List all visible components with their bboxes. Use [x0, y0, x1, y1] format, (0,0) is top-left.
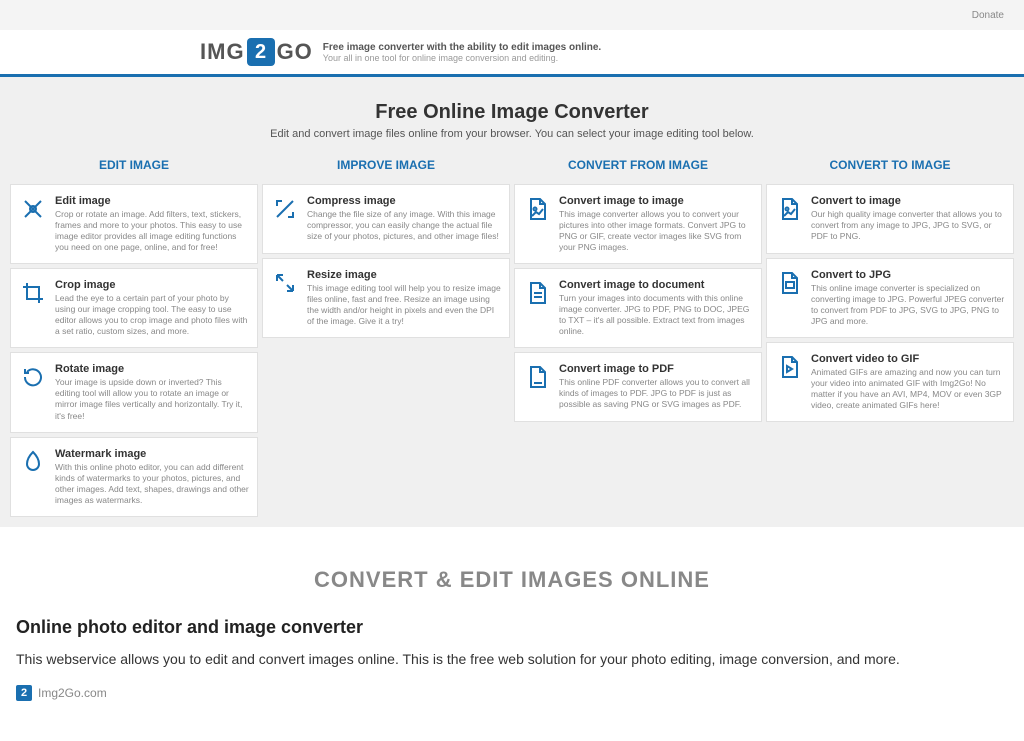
card-title: Convert to JPG — [811, 269, 1005, 281]
card-rotate-image[interactable]: Rotate image Your image is upside down or… — [10, 352, 258, 432]
bottom-paragraph: This webservice allows you to edit and c… — [16, 650, 1008, 670]
card-desc: Change the file size of any image. With … — [307, 209, 501, 242]
file-doc-icon — [523, 279, 551, 307]
card-desc: This online image converter is specializ… — [811, 283, 1005, 327]
card-desc: Turn your images into documents with thi… — [559, 293, 753, 337]
card-title: Compress image — [307, 195, 501, 207]
card-desc: With this online photo editor, you can a… — [55, 462, 249, 506]
logo-badge: 2 — [247, 38, 275, 66]
card-desc: Lead the eye to a certain part of your p… — [55, 293, 249, 337]
file-video-icon — [775, 353, 803, 381]
file-image-icon — [775, 195, 803, 223]
resize-icon — [271, 269, 299, 297]
col-improve: IMPROVE IMAGE Compress image Change the f… — [262, 150, 510, 517]
watermark-icon — [19, 448, 47, 476]
columns: EDIT IMAGE Edit image Crop or rotate an i… — [10, 150, 1014, 517]
card-title: Convert image to image — [559, 195, 753, 207]
file-image-icon — [523, 195, 551, 223]
card-title: Convert video to GIF — [811, 353, 1005, 365]
col-to: CONVERT TO IMAGE Convert to image Our hig… — [766, 150, 1014, 517]
logo-tagline: Free image converter with the ability to… — [323, 42, 601, 63]
bottom-banner: CONVERT & EDIT IMAGES ONLINE — [16, 567, 1008, 593]
card-watermark-image[interactable]: Watermark image With this online photo ed… — [10, 437, 258, 517]
compress-icon — [271, 195, 299, 223]
col-from-header: CONVERT FROM IMAGE — [514, 150, 762, 180]
card-title: Crop image — [55, 279, 249, 291]
card-title: Watermark image — [55, 448, 249, 460]
hero-title: Free Online Image Converter — [10, 101, 1014, 124]
tagline-1: Free image converter with the ability to… — [323, 42, 601, 53]
card-title: Rotate image — [55, 363, 249, 375]
col-improve-header: IMPROVE IMAGE — [262, 150, 510, 180]
col-edit: EDIT IMAGE Edit image Crop or rotate an i… — [10, 150, 258, 517]
card-image-to-image[interactable]: Convert image to image This image convert… — [514, 184, 762, 264]
card-title: Resize image — [307, 269, 501, 281]
bottom-section: CONVERT & EDIT IMAGES ONLINE Online phot… — [0, 527, 1024, 741]
card-edit-image[interactable]: Edit image Crop or rotate an image. Add f… — [10, 184, 258, 264]
logo-text-post: GO — [277, 39, 313, 65]
card-desc: Our high quality image converter that al… — [811, 209, 1005, 242]
card-desc: This image editing tool will help you to… — [307, 283, 501, 327]
tagline-2: Your all in one tool for online image co… — [323, 53, 601, 63]
card-crop-image[interactable]: Crop image Lead the eye to a certain part… — [10, 268, 258, 348]
rotate-icon — [19, 363, 47, 391]
donate-link[interactable]: Donate — [972, 10, 1004, 21]
card-title: Convert image to document — [559, 279, 753, 291]
bottom-heading: Online photo editor and image converter — [16, 617, 1008, 638]
card-desc: Animated GIFs are amazing and now you ca… — [811, 367, 1005, 411]
topbar: Donate — [0, 0, 1024, 30]
source-badge: 2 — [16, 685, 32, 701]
col-to-header: CONVERT TO IMAGE — [766, 150, 1014, 180]
card-title: Convert image to PDF — [559, 363, 753, 375]
source-line: 2 Img2Go.com — [16, 685, 1008, 701]
file-jpg-icon — [775, 269, 803, 297]
card-convert-to-image[interactable]: Convert to image Our high quality image c… — [766, 184, 1014, 254]
card-image-to-document[interactable]: Convert image to document Turn your image… — [514, 268, 762, 348]
hero: Free Online Image Converter Edit and con… — [10, 87, 1014, 150]
edit-icon — [19, 195, 47, 223]
crop-icon — [19, 279, 47, 307]
logo[interactable]: IMG 2 GO — [200, 38, 313, 66]
file-pdf-icon — [523, 363, 551, 391]
card-convert-to-jpg[interactable]: Convert to JPG This online image converte… — [766, 258, 1014, 338]
card-desc: Your image is upside down or inverted? T… — [55, 377, 249, 421]
card-desc: This online PDF converter allows you to … — [559, 377, 753, 410]
col-edit-header: EDIT IMAGE — [10, 150, 258, 180]
card-desc: Crop or rotate an image. Add filters, te… — [55, 209, 249, 253]
card-resize-image[interactable]: Resize image This image editing tool will… — [262, 258, 510, 338]
header: IMG 2 GO Free image converter with the a… — [0, 30, 1024, 77]
card-image-to-pdf[interactable]: Convert image to PDF This online PDF conv… — [514, 352, 762, 422]
card-desc: This image converter allows you to conve… — [559, 209, 753, 253]
col-from: CONVERT FROM IMAGE Convert image to imag… — [514, 150, 762, 517]
logo-text-pre: IMG — [200, 39, 245, 65]
source-text: Img2Go.com — [38, 686, 107, 700]
card-title: Edit image — [55, 195, 249, 207]
hero-subtitle: Edit and convert image files online from… — [10, 128, 1014, 140]
card-title: Convert to image — [811, 195, 1005, 207]
card-video-to-gif[interactable]: Convert video to GIF Animated GIFs are am… — [766, 342, 1014, 422]
card-compress-image[interactable]: Compress image Change the file size of an… — [262, 184, 510, 254]
